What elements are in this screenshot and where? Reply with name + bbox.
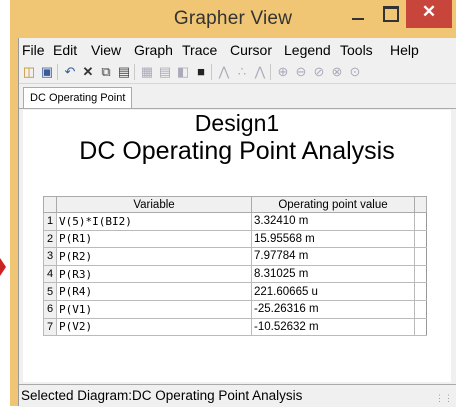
filler-cell bbox=[414, 299, 427, 319]
copy-window-icon[interactable]: ■ bbox=[193, 64, 209, 80]
toolbar-separator bbox=[134, 64, 135, 80]
zoom-area-icon[interactable]: ⊘ bbox=[311, 64, 327, 80]
analysis-title: DC Operating Point Analysis bbox=[79, 137, 395, 165]
menu-file[interactable]: File bbox=[22, 42, 45, 58]
filler-cell bbox=[414, 282, 427, 301]
close-button[interactable]: ✕ bbox=[406, 0, 452, 28]
filler-cell bbox=[414, 212, 427, 231]
minimize-button[interactable] bbox=[343, 0, 373, 28]
row-number: 1 bbox=[43, 212, 57, 231]
delete-icon[interactable]: ✕ bbox=[80, 64, 96, 80]
value-cell[interactable]: -10.52632 m bbox=[251, 317, 415, 337]
menu-legend[interactable]: Legend bbox=[284, 42, 331, 58]
grapher-window: Grapher View ✕ File Edit View Graph Trac… bbox=[10, 0, 456, 407]
filler-cell bbox=[414, 264, 427, 284]
variable-cell[interactable]: P(V2) bbox=[56, 317, 252, 337]
row-number: 2 bbox=[43, 229, 57, 249]
table-row[interactable]: 2 P(R1) 15.95568 m bbox=[43, 229, 427, 249]
row-number: 6 bbox=[43, 299, 57, 319]
value-cell[interactable]: 7.97784 m bbox=[251, 247, 415, 266]
row-number: 3 bbox=[43, 247, 57, 266]
value-cell[interactable]: 3.32410 m bbox=[251, 212, 415, 231]
table-icon[interactable]: ▤ bbox=[157, 64, 173, 80]
variable-cell[interactable]: P(R2) bbox=[56, 247, 252, 266]
tab-strip: DC Operating Point bbox=[19, 84, 456, 109]
zoom-out-icon[interactable]: ⊖ bbox=[293, 64, 309, 80]
menu-graph[interactable]: Graph bbox=[134, 42, 173, 58]
toolbar-separator bbox=[270, 64, 271, 80]
table-row[interactable]: 7 P(V2) -10.52632 m bbox=[43, 317, 427, 337]
tab-dc-operating-point[interactable]: DC Operating Point bbox=[23, 87, 133, 108]
table-row[interactable]: 5 P(R4) 221.60665 u bbox=[43, 282, 427, 301]
variable-cell[interactable]: P(R3) bbox=[56, 264, 252, 284]
toolbar-separator bbox=[211, 64, 212, 80]
table-body: 1 V(5)*I(BI2) 3.32410 m 2 P(R1) 15.95568 m 3 P(… bbox=[43, 212, 427, 337]
filler-cell bbox=[414, 247, 427, 266]
scatter-plot-icon[interactable]: ∴ bbox=[234, 64, 250, 80]
value-cell[interactable]: 8.31025 m bbox=[251, 264, 415, 284]
operating-point-table: Variable Operating point value 1 V(5)*I(B… bbox=[43, 196, 427, 337]
menu-tools[interactable]: Tools bbox=[340, 42, 373, 58]
menu-bar: File Edit View Graph Trace Cursor Legend… bbox=[19, 38, 456, 60]
table-row[interactable]: 6 P(V1) -25.26316 m bbox=[43, 299, 427, 319]
variable-cell[interactable]: P(R1) bbox=[56, 229, 252, 249]
table-header-row: Variable Operating point value bbox=[43, 196, 427, 213]
resize-grip-icon[interactable]: ⋮⋮ bbox=[435, 393, 453, 404]
row-number: 4 bbox=[43, 264, 57, 284]
value-cell[interactable]: 15.95568 m bbox=[251, 229, 415, 249]
table-row[interactable]: 3 P(R2) 7.97784 m bbox=[43, 247, 427, 266]
row-number: 5 bbox=[43, 282, 57, 301]
menu-view[interactable]: View bbox=[91, 42, 121, 58]
title-bar[interactable]: Grapher View ✕ bbox=[10, 0, 456, 38]
table-row[interactable]: 4 P(R3) 8.31025 m bbox=[43, 264, 427, 284]
filler-column-header bbox=[414, 196, 427, 213]
grid-icon[interactable]: ▦ bbox=[139, 64, 155, 80]
undo-icon[interactable]: ↶ bbox=[62, 64, 78, 80]
table-row[interactable]: 1 V(5)*I(BI2) 3.32410 m bbox=[43, 212, 427, 231]
variable-column-header[interactable]: Variable bbox=[56, 196, 252, 213]
stack-plot-icon[interactable]: ◧ bbox=[175, 64, 191, 80]
line-marker-plot-icon[interactable]: ⋀ bbox=[252, 64, 268, 80]
filler-cell bbox=[414, 229, 427, 249]
status-text: Selected Diagram:DC Operating Point Anal… bbox=[21, 388, 303, 403]
menu-cursor[interactable]: Cursor bbox=[230, 42, 272, 58]
toolbar-separator bbox=[57, 64, 58, 80]
zoom-fit-icon[interactable]: ⊗ bbox=[329, 64, 345, 80]
variable-cell[interactable]: P(R4) bbox=[56, 282, 252, 301]
line-plot-icon[interactable]: ⋀ bbox=[216, 64, 232, 80]
copy-icon[interactable]: ⧉ bbox=[98, 64, 114, 80]
status-bar: Selected Diagram:DC Operating Point Anal… bbox=[19, 384, 456, 407]
toolbar: ◫ ▣ ↶ ✕ ⧉ ▤ ▦ ▤ ◧ ■ ⋀ ∴ ⋀ ⊕ ⊖ ⊘ ⊗ ⊙ bbox=[19, 61, 456, 84]
menu-help[interactable]: Help bbox=[390, 42, 419, 58]
menu-trace[interactable]: Trace bbox=[182, 42, 217, 58]
paste-icon[interactable]: ▤ bbox=[116, 64, 132, 80]
zoom-x-icon[interactable]: ⊙ bbox=[347, 64, 363, 80]
diagram-area[interactable]: Design1 DC Operating Point Analysis Vari… bbox=[23, 110, 451, 382]
client-area: File Edit View Graph Trace Cursor Legend… bbox=[18, 38, 456, 407]
selection-marker bbox=[0, 258, 6, 276]
row-number: 7 bbox=[43, 317, 57, 337]
design-title: Design1 bbox=[194, 110, 280, 136]
value-cell[interactable]: 221.60665 u bbox=[251, 282, 415, 301]
row-number-header bbox=[43, 196, 57, 213]
menu-edit[interactable]: Edit bbox=[53, 42, 77, 58]
value-column-header[interactable]: Operating point value bbox=[251, 196, 415, 213]
open-icon[interactable]: ◫ bbox=[21, 64, 37, 80]
save-icon[interactable]: ▣ bbox=[39, 64, 55, 80]
value-cell[interactable]: -25.26316 m bbox=[251, 299, 415, 319]
variable-cell[interactable]: P(V1) bbox=[56, 299, 252, 319]
filler-cell bbox=[414, 317, 427, 337]
maximize-button[interactable] bbox=[375, 0, 405, 28]
variable-cell[interactable]: V(5)*I(BI2) bbox=[56, 212, 252, 231]
zoom-in-icon[interactable]: ⊕ bbox=[275, 64, 291, 80]
